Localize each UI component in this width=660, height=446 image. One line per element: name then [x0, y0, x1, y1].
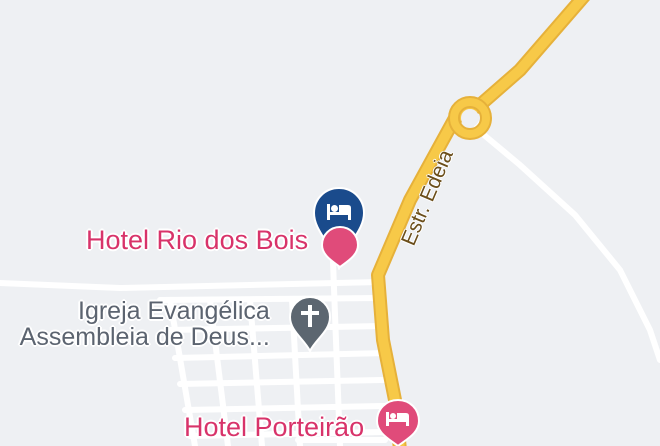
cross-icon — [288, 295, 332, 354]
local-streets — [0, 107, 660, 446]
hotel-rio-dos-bois-name: Hotel Rio dos Bois — [86, 225, 309, 255]
church-label-line2: Assembleia de Deus... — [19, 323, 270, 351]
church-pin[interactable] — [288, 295, 332, 358]
map-canvas[interactable]: Estr. Edeia Hotel Rio dos Bois Igreja Ev… — [0, 0, 660, 446]
hotel-rio-dos-bois-pin[interactable] — [320, 225, 360, 274]
street-northeast-branch — [475, 127, 660, 363]
hotel-porteirao-name: Hotel Porteirão — [184, 412, 365, 442]
church-label[interactable]: Igreja Evangélica Assembleia de Deus... — [12, 298, 270, 350]
roundabout-center — [461, 109, 479, 127]
hotel-porteirao-pin[interactable] — [375, 398, 421, 446]
hotel-rio-dos-bois-label[interactable]: Hotel Rio dos Bois — [86, 227, 308, 254]
church-label-line1: Igreja Evangélica — [78, 297, 270, 325]
hotel-pin-icon — [375, 398, 421, 446]
street-main-west — [0, 279, 383, 292]
hotel-pin-icon — [320, 225, 360, 269]
hotel-porteirao-label[interactable]: Hotel Porteirão — [184, 414, 364, 441]
